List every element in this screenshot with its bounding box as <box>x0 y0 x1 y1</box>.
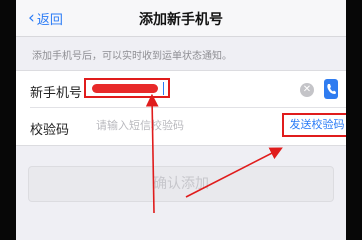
hint-text: 添加手机号后，可以实时收到运单状态通知。 <box>32 51 232 62</box>
send-code-button[interactable]: 发送校验码 <box>282 113 352 137</box>
code-row: 校验码 发送校验码 <box>16 108 352 145</box>
contact-book-icon[interactable] <box>324 79 338 99</box>
phone-row: 新手机号 ✕ <box>16 71 346 108</box>
code-label: 校验码 <box>30 123 70 138</box>
phone-form: 新手机号 ✕ 校验码 发送校验码 <box>16 70 352 146</box>
confirm-add-button[interactable]: 确认添加 <box>28 166 334 202</box>
screen-bezel-left <box>0 0 16 240</box>
phone-input[interactable] <box>84 78 170 98</box>
phone-label: 新手机号 <box>30 86 83 101</box>
text-caret <box>163 82 164 95</box>
screen-bezel-right <box>346 0 362 240</box>
redacted-phone-number <box>92 84 158 93</box>
nav-bar: ‹ 返回 添加新手机号 <box>16 0 346 37</box>
code-input[interactable] <box>96 119 246 132</box>
clear-circle-icon[interactable]: ✕ <box>300 83 314 97</box>
page-title: 添加新手机号 <box>139 12 223 28</box>
